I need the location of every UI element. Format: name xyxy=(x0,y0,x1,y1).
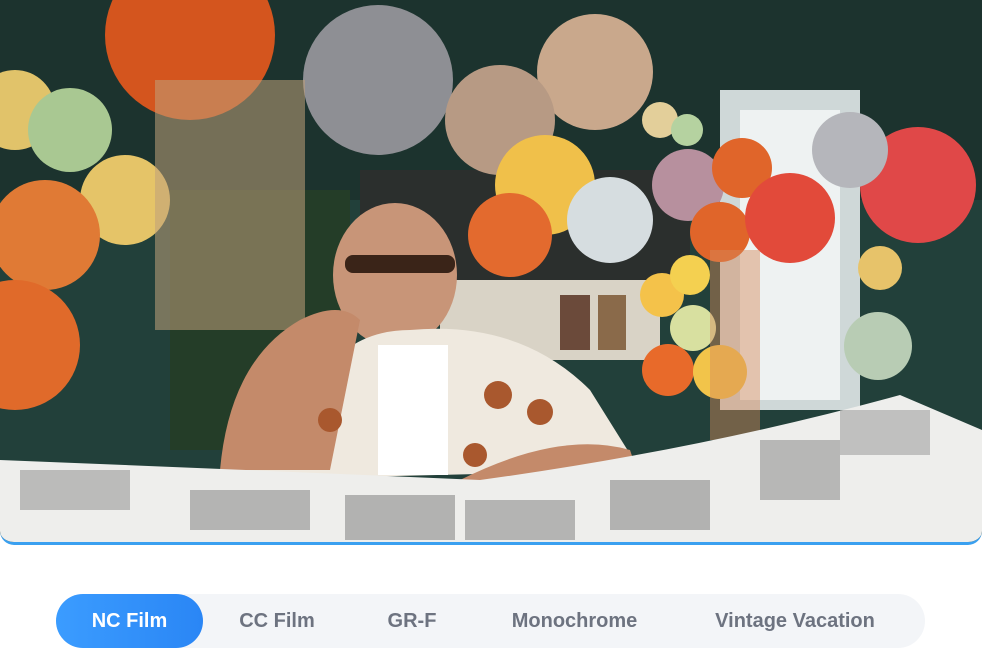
preview-photo xyxy=(0,0,982,545)
tab-cc-film[interactable]: CC Film xyxy=(203,594,351,648)
tab-monochrome[interactable]: Monochrome xyxy=(473,594,676,648)
tab-vintage-vacation[interactable]: Vintage Vacation xyxy=(676,594,914,648)
tab-nc-film[interactable]: NC Film xyxy=(56,594,203,648)
filter-tab-bar: NC Film CC Film GR-F Monochrome Vintage … xyxy=(56,594,925,648)
photo-illustration xyxy=(0,0,982,542)
tab-gr-f[interactable]: GR-F xyxy=(351,594,473,648)
